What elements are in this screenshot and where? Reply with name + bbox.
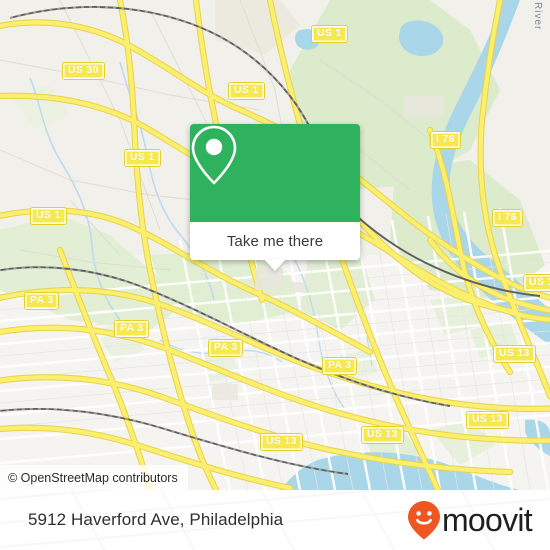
road-shield: PA 3: [24, 292, 60, 310]
road-shield: PA 3: [322, 357, 358, 375]
road-shield: PA 3: [208, 339, 244, 357]
location-callout-card[interactable]: Take me there: [190, 124, 360, 271]
moovit-wordmark: moovit: [441, 502, 533, 538]
road-shield: US 1: [124, 149, 161, 167]
address-label: 5912 Haverford Ave, Philadelphia: [28, 510, 284, 529]
callout-pointer: [264, 259, 286, 271]
take-me-there-label: Take me there: [226, 232, 324, 250]
road-shield: US 1: [30, 207, 67, 225]
road-shield: I 76: [492, 209, 523, 227]
road-shield: US 13: [361, 426, 404, 444]
callout-pin-panel: [190, 124, 360, 222]
river-label: River: [532, 2, 543, 31]
screenshot-root: US 1 US 30 US 1 I 76 US 1 I 76 US 1 US 1 PA 3 PA …: [0, 0, 550, 550]
road-shield: US 13: [260, 433, 303, 451]
road-shield: US 1: [523, 274, 550, 292]
road-shield: PA 3: [114, 320, 150, 338]
map-pin-icon: [191, 125, 237, 185]
road-shield: US 1: [311, 25, 348, 43]
road-shield: US 13: [493, 345, 536, 363]
footer-bar: 5912 Haverford Ave, Philadelphia moovit: [0, 490, 550, 550]
road-shield: US 13: [466, 411, 509, 429]
road-shield: I 76: [430, 131, 461, 149]
map-canvas[interactable]: US 1 US 30 US 1 I 76 US 1 I 76 US 1 US 1 PA 3 PA …: [0, 0, 550, 490]
road-shield: US 30: [62, 62, 105, 80]
moovit-smile-pin-icon: [407, 501, 440, 540]
callout-action-bar[interactable]: Take me there: [190, 222, 360, 271]
moovit-logo[interactable]: moovit: [407, 500, 533, 540]
road-shield: US 1: [228, 82, 265, 100]
osm-attribution[interactable]: © OpenStreetMap contributors: [0, 465, 188, 490]
